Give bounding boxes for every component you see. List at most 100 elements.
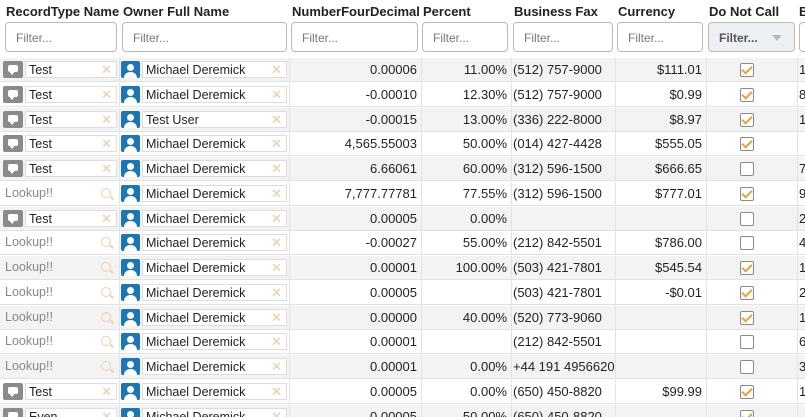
percent-cell[interactable]: 60.00% [422,157,511,181]
recordtype-chip[interactable]: Test ✕ [3,382,117,400]
numberfourdecimal-cell[interactable]: -0.00010 [290,83,421,107]
close-icon[interactable]: ✕ [271,334,282,350]
table-row[interactable]: Lookup!! Michael Deremick ✕ 0.00001 (212) 84… [0,330,805,355]
header-extra[interactable]: B [799,4,805,19]
search-icon[interactable] [101,286,111,297]
recordtype-chip[interactable]: Test ✕ [3,209,117,227]
percent-cell[interactable]: 100.00% [422,256,511,280]
search-icon[interactable] [101,262,111,272]
numberfourdecimal-cell[interactable]: -0.00027 [290,231,421,255]
currency-cell[interactable]: -$0.01 [616,281,706,305]
header-percent[interactable]: Percent [423,4,471,19]
percent-cell[interactable]: 55.00% [422,231,511,255]
close-icon[interactable]: ✕ [271,310,282,326]
numberfourdecimal-cell[interactable]: 0.00006 [290,58,421,82]
owner-chip[interactable]: Michael Deremick ✕ [121,283,287,301]
recordtype-chip[interactable]: Even ✕ [3,407,117,417]
close-icon[interactable]: ✕ [271,235,282,251]
business-fax-cell[interactable]: (650) 450-8820 [513,380,616,404]
do-not-call-checkbox[interactable] [740,112,754,127]
percent-cell[interactable]: 40.00% [422,306,511,330]
close-icon[interactable]: ✕ [271,211,282,227]
owner-chip[interactable]: Michael Deremick ✕ [121,209,287,227]
extra-cell[interactable]: 1 [799,380,805,404]
recordtype-lookup[interactable]: Lookup!! [3,185,117,202]
owner-chip[interactable]: Test User ✕ [121,110,287,128]
extra-cell[interactable]: 2 [799,281,805,305]
do-not-call-checkbox[interactable] [740,360,754,374]
recordtype-chip[interactable]: Test ✕ [3,85,117,103]
do-not-call-checkbox[interactable] [740,335,754,350]
percent-cell[interactable]: 0.00% [422,380,511,404]
search-icon[interactable] [101,311,111,322]
search-icon[interactable] [101,187,111,198]
filter-numberfourdecimal[interactable]: Filter... [291,22,418,52]
extra-cell[interactable]: 8 [799,83,805,107]
numberfourdecimal-cell[interactable]: 0.00005 [290,207,421,231]
filter-recordtype-name[interactable]: Filter... [5,22,117,52]
numberfourdecimal-cell[interactable]: 0.00001 [290,256,421,280]
numberfourdecimal-cell[interactable]: 7,777.77781 [290,182,421,206]
close-icon[interactable]: ✕ [271,384,282,400]
owner-chip[interactable]: Michael Deremick ✕ [121,259,287,276]
close-icon[interactable]: ✕ [271,359,282,375]
currency-cell[interactable]: $786.00 [616,231,706,255]
recordtype-lookup[interactable]: Lookup!! [3,259,117,276]
owner-chip[interactable]: Michael Deremick ✕ [121,308,287,326]
percent-cell[interactable]: 77.55% [422,182,511,206]
table-row[interactable]: Test ✕ Michael Deremick ✕ 6.66061 60.00% (312)… [0,157,805,181]
currency-cell[interactable]: $111.01 [616,58,706,82]
business-fax-cell[interactable]: (312) 596-1500 [513,182,616,206]
close-icon[interactable]: ✕ [101,62,112,78]
currency-cell[interactable]: $666.65 [616,157,706,181]
close-icon[interactable]: ✕ [271,186,282,202]
close-icon[interactable]: ✕ [101,87,112,103]
percent-cell[interactable] [422,281,511,305]
do-not-call-checkbox[interactable] [740,87,754,102]
header-recordtype-name[interactable]: RecordType Name [6,4,119,19]
recordtype-lookup[interactable]: Lookup!! [3,309,117,326]
business-fax-cell[interactable]: +44 191 4956620 [513,355,616,379]
recordtype-lookup[interactable]: Lookup!! [3,333,117,350]
owner-chip[interactable]: Michael Deremick ✕ [121,85,287,103]
filter-do-not-call-dropdown[interactable]: Filter... [708,22,795,52]
extra-cell[interactable]: 4 [799,231,805,255]
recordtype-chip[interactable]: Test ✕ [3,61,117,78]
close-icon[interactable]: ✕ [101,161,112,177]
percent-cell[interactable] [422,330,511,354]
business-fax-cell[interactable]: (212) 842-5501 [513,231,616,255]
currency-cell[interactable] [616,207,706,231]
table-row[interactable]: Test ✕ Michael Deremick ✕ 4,565.55003 50.00%(… [0,132,805,157]
business-fax-cell[interactable]: (212) 842-5501 [513,330,616,354]
extra-cell[interactable]: 9 [799,182,805,206]
table-row[interactable]: Lookup!! Michael Deremick ✕ 0.00005 (503) 42… [0,280,805,305]
numberfourdecimal-cell[interactable]: 0.00005 [290,380,421,404]
business-fax-cell[interactable]: (520) 773-9060 [513,306,616,330]
header-numberfourdecimal[interactable]: NumberFourDecimal [292,4,420,19]
numberfourdecimal-cell[interactable]: 0.00001 [290,355,421,379]
recordtype-lookup[interactable]: Lookup!! [3,358,117,375]
close-icon[interactable]: ✕ [271,62,282,78]
filter-currency[interactable]: Filter... [617,22,703,52]
do-not-call-checkbox[interactable] [740,186,754,201]
do-not-call-checkbox[interactable] [740,211,754,226]
close-icon[interactable]: ✕ [271,87,282,103]
numberfourdecimal-cell[interactable]: 4,565.55003 [290,132,421,156]
do-not-call-checkbox[interactable] [740,285,754,300]
extra-cell[interactable]: 1 [799,306,805,330]
currency-cell[interactable]: $0.99 [616,83,706,107]
business-fax-cell[interactable]: (336) 222-8000 [513,108,616,132]
recordtype-lookup[interactable]: Lookup!! [3,234,117,251]
extra-cell[interactable]: 2 [799,207,805,231]
header-currency[interactable]: Currency [618,4,675,19]
filter-owner-full-name[interactable]: Filter... [122,22,287,52]
extra-cell[interactable]: 1 [799,256,805,280]
search-icon[interactable] [101,237,111,248]
close-icon[interactable]: ✕ [271,112,282,128]
owner-chip[interactable]: Michael Deremick ✕ [121,407,287,417]
business-fax-cell[interactable] [513,207,616,231]
business-fax-cell[interactable]: (503) 421-7801 [513,256,616,280]
business-fax-cell[interactable]: (512) 757-9000 [513,58,616,82]
table-row[interactable]: Even ✕ Michael Deremick ✕ 0.00005 50.00% (650)… [0,404,805,417]
table-row[interactable]: Test ✕ Michael Deremick ✕ 0.00005 0.00% (650) … [0,379,805,404]
